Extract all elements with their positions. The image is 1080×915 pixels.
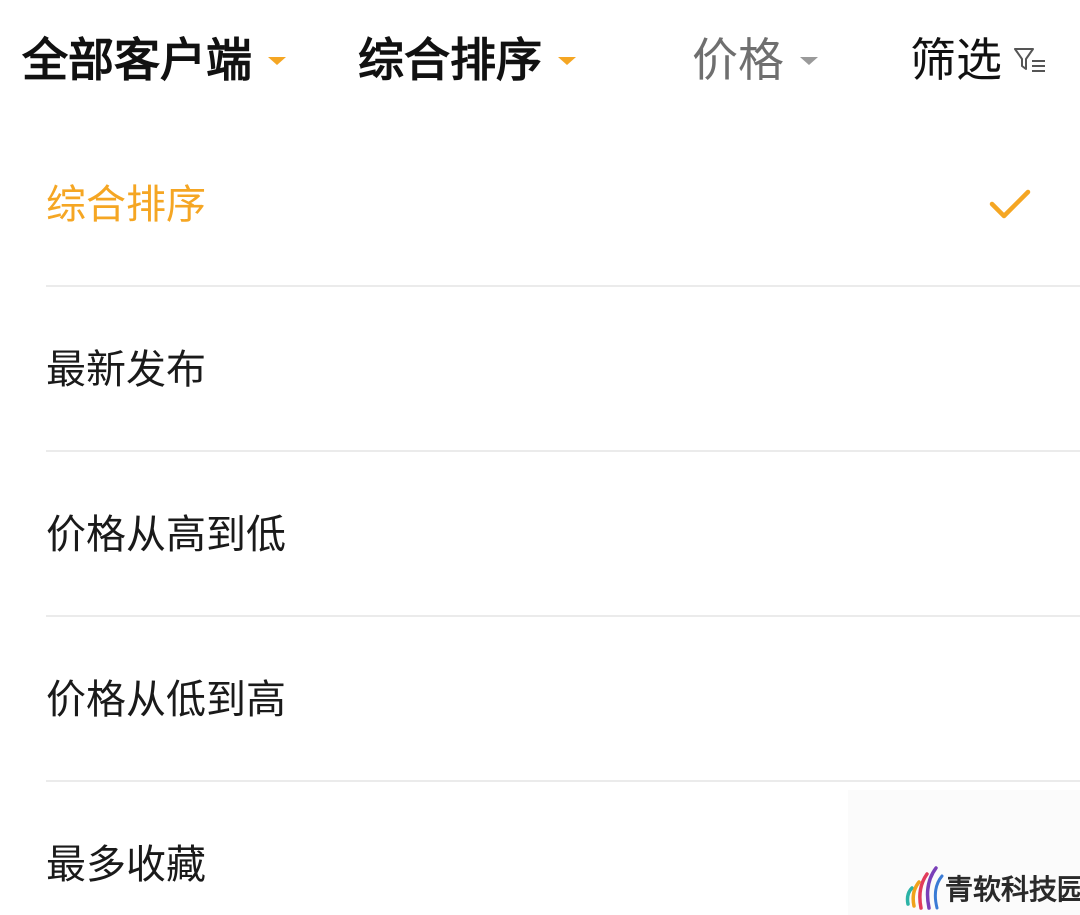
sort-option-label: 最多收藏 [46,842,206,888]
filter-bar: 全部客户端 综合排序 价格 筛选 [0,0,1080,122]
client-filter-tab[interactable]: 全部客户端 [22,26,286,94]
watermark-text: 青软科技园 [945,873,1080,906]
sort-filter-label: 综合排序 [358,33,542,87]
sort-option-newest[interactable]: 最新发布 [0,287,1080,452]
watermark-logo-icon [905,866,944,910]
sort-option-label: 最新发布 [46,347,206,393]
sort-filter-tab[interactable]: 综合排序 [358,26,576,94]
filter-funnel-icon [1014,48,1045,72]
watermark: 青软科技园 [848,790,1080,915]
filter-button-label: 筛选 [910,33,1002,87]
sort-option-label: 价格从高到低 [46,512,286,558]
filter-button[interactable]: 筛选 [910,26,1048,94]
caret-down-icon [800,57,818,65]
price-filter-tab[interactable]: 价格 [692,26,818,94]
sort-option-comprehensive[interactable]: 综合排序 [0,122,1080,287]
caret-down-icon [268,57,286,65]
sort-option-price-asc[interactable]: 价格从低到高 [0,617,1080,782]
sort-dropdown-page: 全部客户端 综合排序 价格 筛选 综合排序 最新发布 价格从高到低 价格从低到高… [0,0,1080,915]
client-filter-label: 全部客户端 [22,33,252,87]
sort-option-label: 综合排序 [46,182,206,228]
sort-option-price-desc[interactable]: 价格从高到低 [0,452,1080,617]
check-icon [989,189,1031,219]
caret-down-icon [558,57,576,65]
sort-option-label: 价格从低到高 [46,677,286,723]
price-filter-label: 价格 [692,33,784,87]
